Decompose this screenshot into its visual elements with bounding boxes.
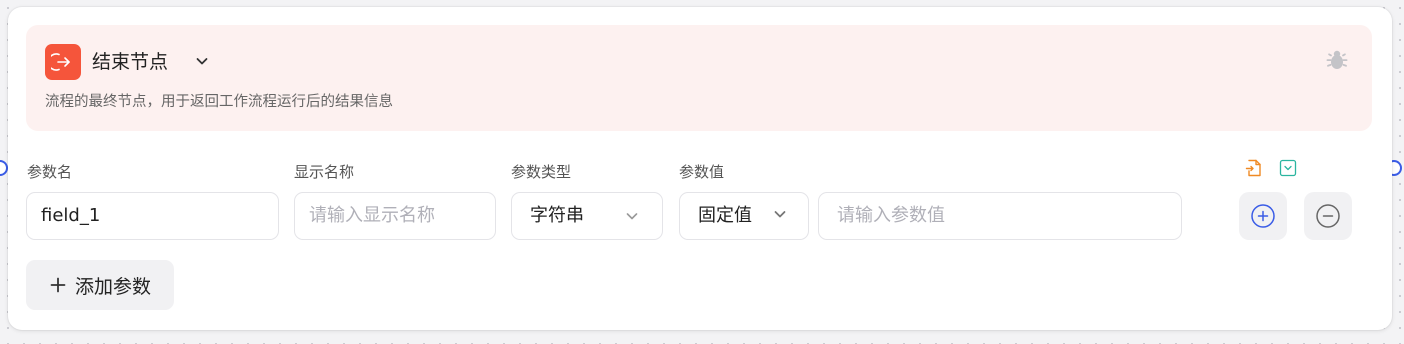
column-label-display-name: 显示名称 (294, 163, 355, 181)
expand-toggle-icon[interactable] (1278, 158, 1298, 178)
param-name-field[interactable]: field_1 (26, 192, 279, 240)
chevron-down-icon[interactable] (192, 51, 212, 71)
param-value-input[interactable] (818, 192, 1182, 240)
node-title: 结束节点 (92, 51, 169, 73)
add-param-button[interactable]: 添加参数 (26, 260, 174, 310)
param-name-value: field_1 (41, 205, 101, 226)
param-type-selected: 字符串 (530, 205, 584, 226)
value-mode-selected: 固定值 (698, 205, 752, 226)
add-param-label: 添加参数 (74, 275, 151, 298)
end-node-card: 结束节点 流程的最终节点，用于返回工作流程运行后的结果信息 参数名 显示名称 参… (8, 7, 1392, 330)
chevron-down-icon (626, 213, 638, 220)
minus-circle-icon (1316, 204, 1340, 228)
exit-arrow-icon (45, 44, 81, 80)
plus-circle-icon (1251, 204, 1275, 228)
column-label-type: 参数类型 (511, 163, 572, 181)
column-label-value: 参数值 (679, 163, 725, 181)
column-label-name: 参数名 (27, 163, 73, 181)
file-import-icon[interactable] (1244, 158, 1264, 178)
param-type-select[interactable]: 字符串 (511, 192, 663, 240)
value-mode-select[interactable]: 固定值 (679, 192, 809, 240)
display-name-input[interactable] (294, 192, 496, 240)
chevron-down-icon (774, 211, 786, 218)
display-name-input-box[interactable] (309, 205, 481, 226)
node-description: 流程的最终节点，用于返回工作流程运行后的结果信息 (45, 94, 393, 110)
node-header: 结束节点 流程的最终节点，用于返回工作流程运行后的结果信息 (26, 25, 1372, 131)
param-value-input-box[interactable] (837, 205, 1167, 226)
bug-icon[interactable] (1324, 47, 1350, 73)
plus-icon (50, 277, 66, 293)
left-connection-port[interactable] (0, 160, 8, 176)
add-row-button[interactable] (1239, 192, 1287, 240)
remove-row-button[interactable] (1304, 192, 1352, 240)
